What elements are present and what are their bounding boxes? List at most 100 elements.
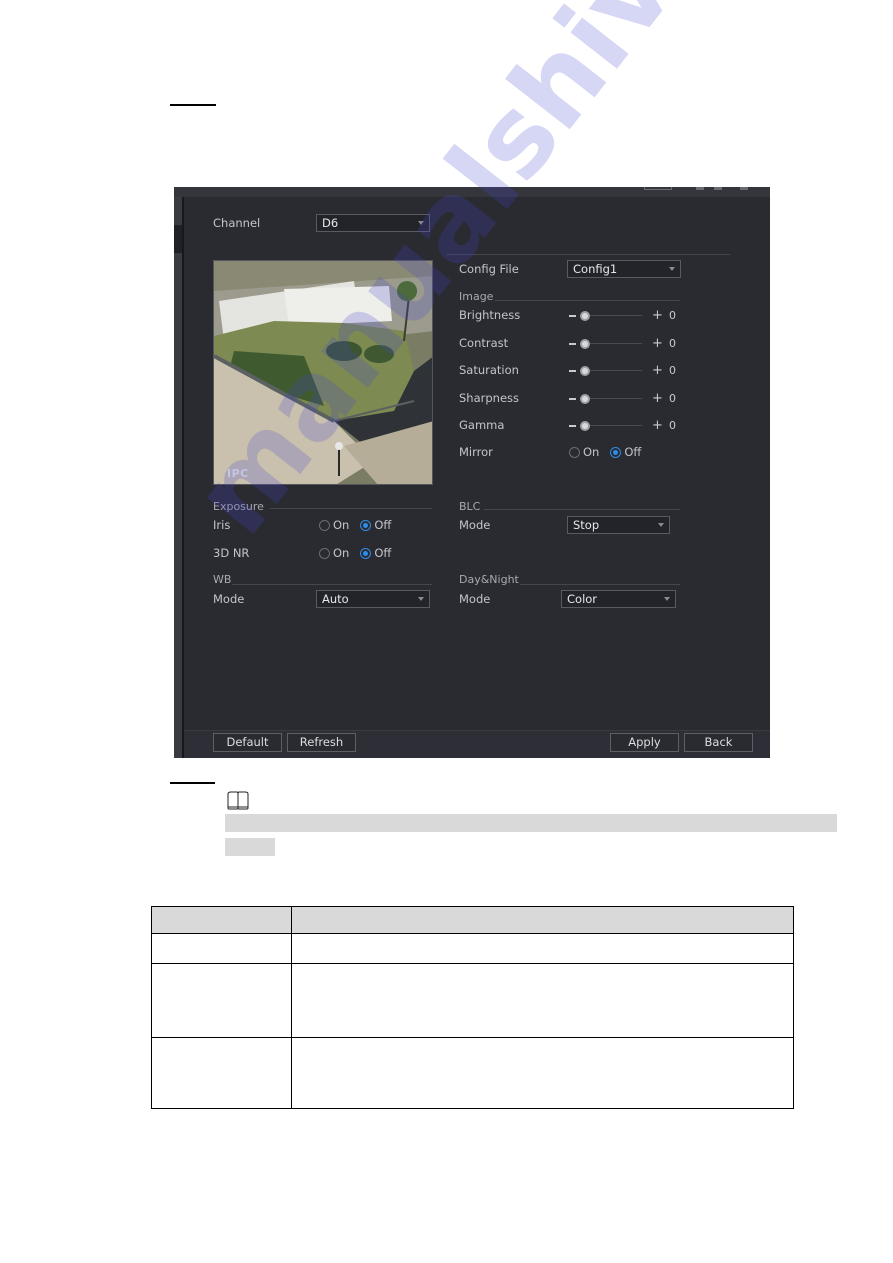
scrollbar-thumb[interactable] <box>174 225 182 253</box>
image-group-divider <box>495 300 680 301</box>
iris-label: Iris <box>213 518 231 532</box>
image-group-title: Image <box>459 290 494 303</box>
wb-group-title: WB <box>213 573 232 586</box>
mirror-label: Mirror <box>459 445 493 459</box>
default-button[interactable]: Default <box>213 733 282 752</box>
day-night-group-title: Day&Night <box>459 573 519 586</box>
parameter-table <box>151 906 794 1109</box>
table-cell <box>151 1037 292 1109</box>
book-icon <box>227 791 249 815</box>
plus-icon[interactable]: + <box>652 392 663 406</box>
exposure-group-divider <box>270 508 432 509</box>
slider-contrast[interactable]: +0 <box>569 337 689 351</box>
restore-icon[interactable] <box>714 187 722 190</box>
titlebar-field <box>644 187 672 190</box>
slider-label: Brightness <box>459 308 521 322</box>
channel-value: D6 <box>322 216 339 230</box>
table-cell <box>151 963 292 1038</box>
table-row <box>151 933 794 964</box>
slider-label: Contrast <box>459 336 509 350</box>
radio-label: Off <box>624 445 642 459</box>
window-titlebar <box>174 187 770 197</box>
radio-label: On <box>333 518 350 532</box>
preview-overlay-label: IPC <box>227 467 249 480</box>
chevron-down-icon <box>418 221 424 225</box>
config-file-label: Config File <box>459 262 519 276</box>
apply-button[interactable]: Apply <box>610 733 679 752</box>
mirror-on-option[interactable]: On <box>569 445 599 459</box>
radio-button[interactable] <box>319 547 330 559</box>
minus-icon[interactable] <box>569 315 576 317</box>
radio-button-selected[interactable] <box>610 446 622 458</box>
chevron-down-icon <box>418 597 424 601</box>
slider-thumb[interactable] <box>580 366 590 376</box>
blc-mode-label: Mode <box>459 518 491 532</box>
preview-image <box>214 261 432 484</box>
chevron-down-icon <box>658 523 664 527</box>
slider-sharpness[interactable]: +0 <box>569 392 689 406</box>
slider-label: Sharpness <box>459 391 520 405</box>
close-icon[interactable] <box>740 187 748 190</box>
blc-group-divider <box>484 509 680 510</box>
slider-value: 0 <box>669 309 676 322</box>
wb-mode-label: Mode <box>213 592 245 606</box>
mirror-off-option[interactable]: Off <box>610 445 641 459</box>
step-marker-2 <box>170 782 215 784</box>
slider-value: 0 <box>669 337 676 350</box>
plus-icon[interactable]: + <box>652 337 663 351</box>
chevron-down-icon <box>664 597 670 601</box>
slider-value: 0 <box>669 419 676 432</box>
slider-thumb[interactable] <box>580 339 590 349</box>
blc-group-title: BLC <box>459 500 481 513</box>
wb-group-divider <box>232 584 432 585</box>
radio-label: On <box>583 445 600 459</box>
radio-button[interactable] <box>569 446 580 458</box>
config-file-select[interactable]: Config1 <box>567 260 681 278</box>
sidebar-scrollbar[interactable] <box>174 197 182 758</box>
day-night-mode-select[interactable]: Color <box>561 590 676 608</box>
slider-value: 0 <box>669 364 676 377</box>
minus-icon[interactable] <box>569 425 576 427</box>
exposure-group-title: Exposure <box>213 500 264 513</box>
sidebar-divider <box>182 197 184 758</box>
slider-saturation[interactable]: +0 <box>569 364 689 378</box>
wb-mode-select[interactable]: Auto <box>316 590 430 608</box>
wb-mode-value: Auto <box>322 592 349 606</box>
table-cell <box>151 933 292 964</box>
radio-button[interactable] <box>319 519 330 531</box>
table-cell <box>291 963 794 1038</box>
refresh-button[interactable]: Refresh <box>287 733 356 752</box>
plus-icon[interactable]: + <box>652 419 663 433</box>
slider-brightness[interactable]: +0 <box>569 309 689 323</box>
3d-nr-label: 3D NR <box>213 546 250 560</box>
day-night-group-divider <box>520 584 680 585</box>
minus-icon[interactable] <box>569 398 576 400</box>
slider-thumb[interactable] <box>580 394 590 404</box>
radio-button-selected[interactable] <box>360 547 372 559</box>
plus-icon[interactable]: + <box>652 364 663 378</box>
radio-button-selected[interactable] <box>360 519 372 531</box>
iris-on-option[interactable]: On <box>319 518 349 532</box>
3d-nr-on-option[interactable]: On <box>319 546 349 560</box>
slider-thumb[interactable] <box>580 421 590 431</box>
table-header-cell <box>291 906 794 934</box>
3d-nr-off-option[interactable]: Off <box>360 546 391 560</box>
note-text-highlight <box>225 838 275 856</box>
config-file-value: Config1 <box>573 262 618 276</box>
minus-icon[interactable] <box>569 370 576 372</box>
slider-value: 0 <box>669 392 676 405</box>
chevron-down-icon <box>669 267 675 271</box>
minus-icon[interactable] <box>569 343 576 345</box>
iris-off-option[interactable]: Off <box>360 518 391 532</box>
minimize-icon[interactable] <box>696 187 704 190</box>
table-header-row <box>151 906 794 934</box>
back-button[interactable]: Back <box>684 733 753 752</box>
radio-label: On <box>333 546 350 560</box>
slider-thumb[interactable] <box>580 311 590 321</box>
divider <box>447 254 730 255</box>
table-header-cell <box>151 906 292 934</box>
blc-mode-select[interactable]: Stop <box>567 516 670 534</box>
channel-select[interactable]: D6 <box>316 214 430 232</box>
slider-gamma[interactable]: +0 <box>569 419 689 433</box>
plus-icon[interactable]: + <box>652 309 663 323</box>
